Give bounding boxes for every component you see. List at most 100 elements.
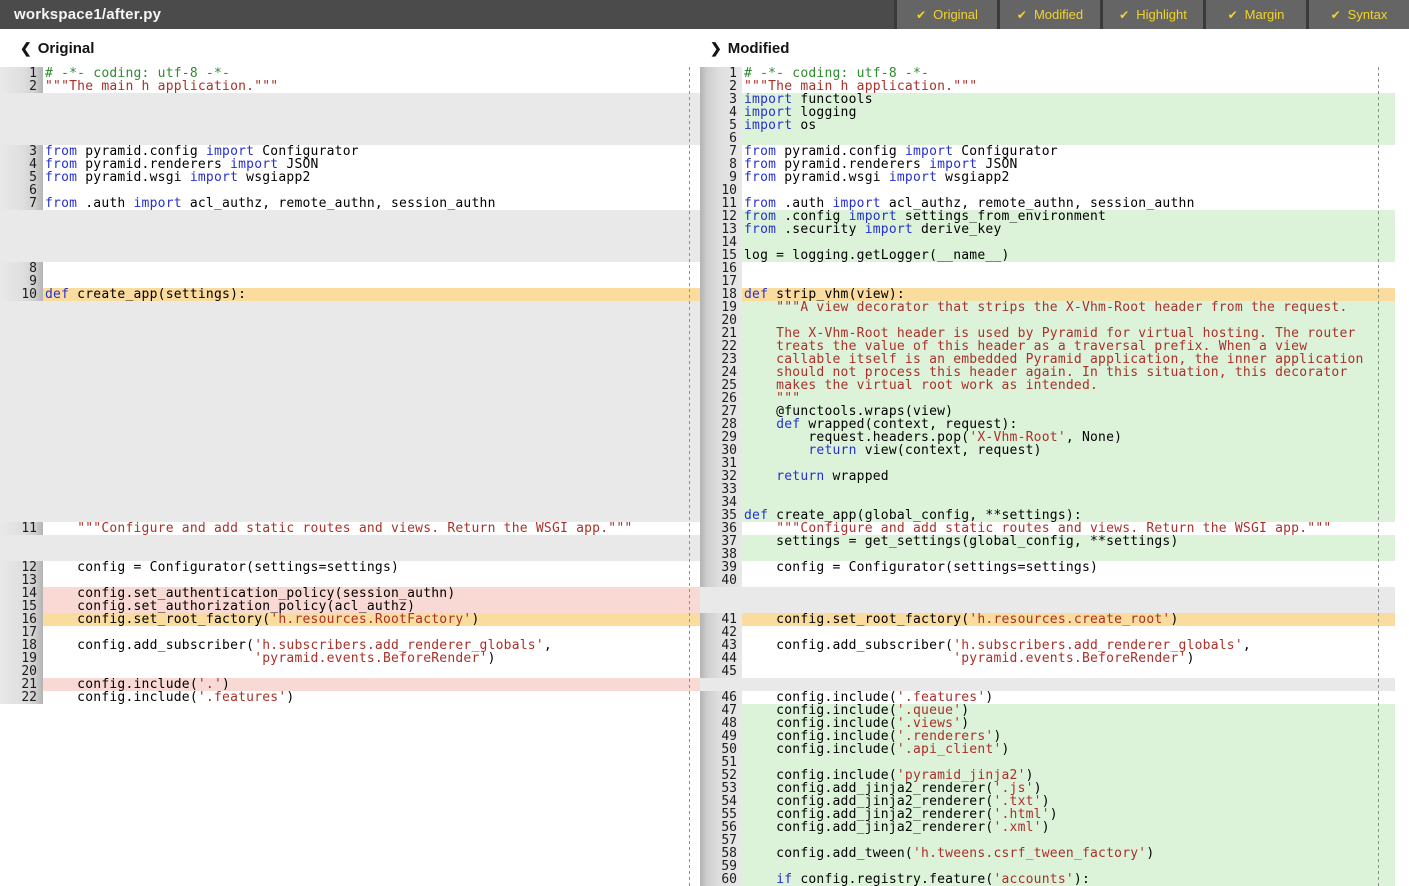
code-text: config.add_jinja2_renderer('.xml') <box>742 821 1395 834</box>
code-line[interactable]: 41 config.set_root_factory('h.resources.… <box>700 613 1395 626</box>
line-number: 11 <box>0 522 43 535</box>
line-number: 60 <box>700 873 742 886</box>
code-line[interactable]: 8 <box>0 262 700 275</box>
code-text <box>742 483 1395 496</box>
code-line[interactable]: 9from pyramid.wsgi import wsgiapp2 <box>700 171 1395 184</box>
pane-header-original[interactable]: ❮ Original <box>20 29 94 67</box>
chevron-right-icon: ❯ <box>710 40 722 56</box>
gap-area <box>43 93 700 145</box>
code-line[interactable]: 32 return wrapped <box>700 470 1395 483</box>
check-icon: ✔ <box>1119 8 1129 22</box>
line-number-gutter <box>0 93 43 145</box>
code-line[interactable]: 56 config.add_jinja2_renderer('.xml') <box>700 821 1395 834</box>
check-icon: ✔ <box>1331 8 1341 22</box>
code-line[interactable]: 19 """A view decorator that strips the X… <box>700 301 1395 314</box>
code-line[interactable]: 37 settings = get_settings(global_config… <box>700 535 1395 548</box>
toggle-margin-label: Margin <box>1245 7 1285 22</box>
line-number-gutter <box>700 587 742 613</box>
diff-pane-original[interactable]: 1# -*- coding: utf-8 -*-2"""The main h a… <box>0 67 700 886</box>
line-number-gutter <box>0 210 43 262</box>
toggle-syntax-button[interactable]: ✔ Syntax <box>1309 0 1409 29</box>
check-icon: ✔ <box>1017 8 1027 22</box>
code-rows: 1# -*- coding: utf-8 -*-2"""The main h a… <box>700 67 1395 886</box>
check-icon: ✔ <box>916 8 926 22</box>
line-number-gutter <box>0 301 43 522</box>
code-text: from pyramid.wsgi import wsgiapp2 <box>742 171 1395 184</box>
toolbar: ✔ Original ✔ Modified ✔ Highlight ✔ Marg… <box>894 0 1409 29</box>
toggle-modified-label: Modified <box>1034 7 1083 22</box>
pane-header-original-label: Original <box>38 40 95 57</box>
code-line[interactable]: 5import os <box>700 119 1395 132</box>
code-text <box>742 665 1395 678</box>
gap-area <box>43 210 700 262</box>
code-text: from .security import derive_key <box>742 223 1395 236</box>
margin-indicator-modified <box>1378 67 1379 886</box>
code-text <box>742 262 1395 275</box>
toggle-highlight-button[interactable]: ✔ Highlight <box>1103 0 1203 29</box>
code-text: if config.registry.feature('accounts'): <box>742 873 1395 886</box>
code-line[interactable]: 60 if config.registry.feature('accounts'… <box>700 873 1395 886</box>
code-line[interactable]: 39 config = Configurator(settings=settin… <box>700 561 1395 574</box>
code-line[interactable]: 19 'pyramid.events.BeforeRender') <box>0 652 700 665</box>
code-line[interactable]: 16 config.set_root_factory('h.resources.… <box>0 613 700 626</box>
window-title: workspace1/after.py <box>0 6 161 23</box>
code-text: return view(context, request) <box>742 444 1395 457</box>
code-text: def create_app(settings): <box>43 288 700 301</box>
code-line[interactable]: 30 return view(context, request) <box>700 444 1395 457</box>
line-number: 40 <box>700 574 742 587</box>
line-number: 22 <box>0 691 43 704</box>
line-number: 7 <box>0 197 43 210</box>
code-text: config.include('.features') <box>43 691 700 704</box>
code-line[interactable]: 16 <box>700 262 1395 275</box>
code-line[interactable]: 22 config.include('.features') <box>0 691 700 704</box>
code-text: return wrapped <box>742 470 1395 483</box>
code-text: settings = get_settings(global_config, *… <box>742 535 1395 548</box>
toggle-highlight-label: Highlight <box>1136 7 1187 22</box>
pane-header-modified-label: Modified <box>728 40 790 57</box>
check-icon: ✔ <box>1228 8 1238 22</box>
code-rows: 1# -*- coding: utf-8 -*-2"""The main h a… <box>0 67 700 704</box>
code-line[interactable]: 33 <box>700 483 1395 496</box>
code-text: from pyramid.wsgi import wsgiapp2 <box>43 171 700 184</box>
code-text: config.set_root_factory('h.resources.Roo… <box>43 613 700 626</box>
code-line[interactable]: 10def create_app(settings): <box>0 288 700 301</box>
code-line[interactable]: 25 makes the virtual root work as intend… <box>700 379 1395 392</box>
diff-viewer-window: workspace1/after.py ✔ Original ✔ Modifie… <box>0 0 1409 886</box>
code-text: config.set_root_factory('h.resources.cre… <box>742 613 1395 626</box>
toggle-syntax-label: Syntax <box>1348 7 1388 22</box>
code-text: 'pyramid.events.BeforeRender') <box>742 652 1395 665</box>
code-line[interactable]: 45 <box>700 665 1395 678</box>
code-line[interactable]: 5from pyramid.wsgi import wsgiapp2 <box>0 171 700 184</box>
code-text: makes the virtual root work as intended. <box>742 379 1395 392</box>
code-line[interactable]: 11 """Configure and add static routes an… <box>0 522 700 535</box>
code-text: config.add_tween('h.tweens.csrf_tween_fa… <box>742 847 1395 860</box>
gap-filler <box>0 210 700 262</box>
gap-filler <box>700 587 1395 613</box>
diff-pane-modified[interactable]: 1# -*- coding: utf-8 -*-2"""The main h a… <box>700 67 1395 886</box>
line-number: 10 <box>0 288 43 301</box>
code-line[interactable]: 50 config.include('.api_client') <box>700 743 1395 756</box>
pane-header-modified[interactable]: ❯ Modified <box>710 29 789 67</box>
gap-area <box>742 587 1395 613</box>
code-line[interactable]: 44 'pyramid.events.BeforeRender') <box>700 652 1395 665</box>
code-text: """Configure and add static routes and v… <box>43 522 700 535</box>
toggle-original-button[interactable]: ✔ Original <box>897 0 997 29</box>
line-number: 2 <box>0 80 43 93</box>
code-text: 'pyramid.events.BeforeRender') <box>43 652 700 665</box>
code-line[interactable]: 15log = logging.getLogger(__name__) <box>700 249 1395 262</box>
line-number-gutter <box>0 535 43 561</box>
gap-filler <box>0 301 700 522</box>
code-line[interactable]: 58 config.add_tween('h.tweens.csrf_tween… <box>700 847 1395 860</box>
code-text: """The main h application.""" <box>43 80 700 93</box>
code-line[interactable]: 40 <box>700 574 1395 587</box>
code-line[interactable]: 13from .security import derive_key <box>700 223 1395 236</box>
chevron-left-icon: ❮ <box>20 40 32 56</box>
diff-area: 1# -*- coding: utf-8 -*-2"""The main h a… <box>0 67 1409 886</box>
line-number: 45 <box>700 665 742 678</box>
code-line[interactable]: 7from .auth import acl_authz, remote_aut… <box>0 197 700 210</box>
code-line[interactable]: 2"""The main h application.""" <box>0 80 700 93</box>
code-text: log = logging.getLogger(__name__) <box>742 249 1395 262</box>
toggle-modified-button[interactable]: ✔ Modified <box>1000 0 1100 29</box>
toggle-margin-button[interactable]: ✔ Margin <box>1206 0 1306 29</box>
code-line[interactable]: 12 config = Configurator(settings=settin… <box>0 561 700 574</box>
